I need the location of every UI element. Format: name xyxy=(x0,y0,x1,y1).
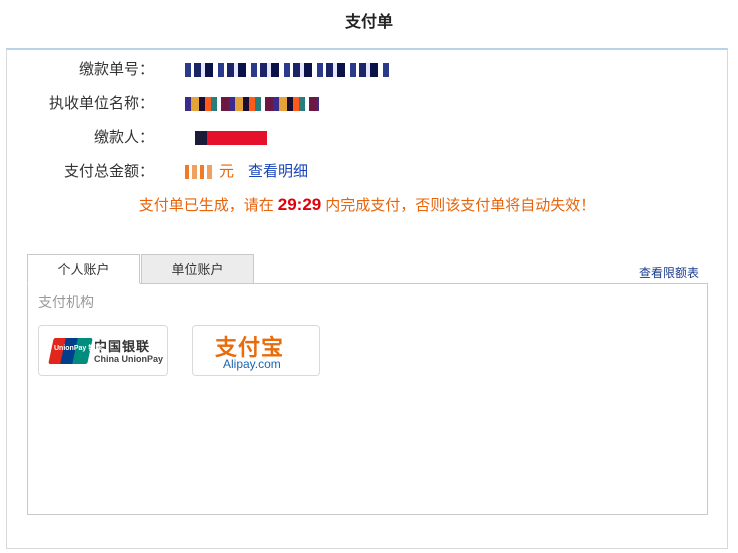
redacted-agency xyxy=(185,97,319,112)
alipay-button[interactable]: 支付宝 Alipay.com xyxy=(192,325,320,376)
view-details-link[interactable]: 查看明细 xyxy=(248,163,308,180)
bill-number-label: 缴款单号： xyxy=(78,61,154,78)
tab-corporate-account[interactable]: 单位账户 xyxy=(141,254,254,284)
unionpay-badge: UnionPay 银联 xyxy=(54,345,103,352)
payer-value xyxy=(195,126,267,150)
payment-methods-panel: 支付机构 UnionPay 银联 中国银联 China UnionPay 支付宝… xyxy=(27,283,708,515)
unionpay-name-en: China UnionPay xyxy=(94,354,164,364)
countdown-timer: 29:29 xyxy=(277,195,322,214)
payment-card: 缴款单号： 执收单位名称： 缴款人： 支付总金额： 元查看明细 支付单已生成，请… xyxy=(6,48,728,549)
redacted-amount xyxy=(185,165,215,180)
payment-deadline-notice: 支付单已生成，请在 29:29 内完成支付，否则该支付单将自动失效！ xyxy=(7,194,727,215)
tab-personal-account[interactable]: 个人账户 xyxy=(27,254,140,284)
notice-suffix: 内完成支付，否则该支付单将自动失效！ xyxy=(325,197,596,214)
agency-value xyxy=(185,92,319,116)
bill-number-value xyxy=(185,58,390,82)
agency-label: 执收单位名称： xyxy=(48,95,154,112)
redacted-bill-number xyxy=(185,63,390,78)
unionpay-icon: UnionPay 银联 xyxy=(48,338,102,364)
payer-label: 缴款人： xyxy=(93,129,154,146)
page-title: 支付单 xyxy=(344,14,393,31)
redacted-payer xyxy=(195,131,267,146)
alipay-name-en: Alipay.com xyxy=(223,357,281,371)
amount-value: 元查看明细 xyxy=(185,160,308,184)
amount-label: 支付总金额： xyxy=(63,163,154,180)
unionpay-name-cn: 中国银联 xyxy=(94,339,151,354)
section-label: 支付机构 xyxy=(38,294,94,310)
amount-unit: 元 xyxy=(219,163,235,180)
view-limits-link[interactable]: 查看限额表 xyxy=(639,264,699,281)
notice-prefix: 支付单已生成，请在 xyxy=(138,197,274,214)
unionpay-button[interactable]: UnionPay 银联 中国银联 China UnionPay xyxy=(38,325,168,376)
